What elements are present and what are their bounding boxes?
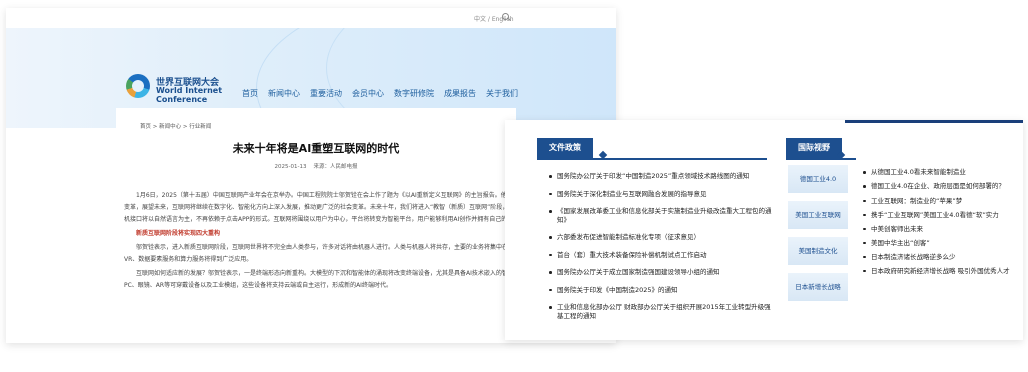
article-meta: 2025-01-13 来源：人民邮电报 [116,162,516,170]
logo-text-en: World Internet Conference [156,86,222,104]
sidebar-item-us-industrial-internet[interactable]: 美国工业互联网 [788,201,848,229]
policy-international-panel: 文件政策 国务院办公厅关于印发“中国制造2025”重点领域技术路线图的通知 国务… [505,120,1023,340]
list-item[interactable]: 工业互联网：制造业的“苹果”梦 [861,197,1010,206]
top-bar: 中文 / English [6,8,616,30]
list-item[interactable]: 日本政府研究新经济增长战略 吸引外国优秀人才 [861,267,1010,276]
international-section-underline [786,158,856,160]
list-item[interactable]: 首台（套）重大技术装备保险补偿机制试点工作启动 [547,251,777,260]
sidebar-item-us-manufacturing[interactable]: 美国制造文化 [788,237,848,265]
nav-item-events[interactable]: 重要活动 [310,88,342,99]
search-icon[interactable] [502,13,509,20]
list-item[interactable]: 国务院关于深化制造业与互联网融合发展的指导意见 [547,190,777,199]
international-sidebar: 德国工业4.0 美国工业互联网 美国制造文化 日本新增长战略 [788,165,848,309]
sidebar-item-japan-strategy[interactable]: 日本新增长战略 [788,273,848,301]
international-list: 从德国工业4.0看未来智能制造业 德国工业4.0在企业、政府层面是如何部署的？ … [861,168,1010,281]
list-item[interactable]: 美国中华主出“创客” [861,239,1010,248]
nav-item-news[interactable]: 新闻中心 [268,88,300,99]
list-item[interactable]: 工业和信息化部办公厅 财政部办公厅关于组织开展2015年工业转型升级强基工程的通… [547,303,777,320]
policy-list: 国务院办公厅关于印发“中国制造2025”重点领域技术路线图的通知 国务院关于深化… [547,172,777,329]
nav-item-about[interactable]: 关于我们 [486,88,518,99]
international-section-tab[interactable]: 国际视野 [786,138,842,158]
logo-en-line2: Conference [156,95,208,104]
list-item[interactable]: 国务院办公厅关于印发“中国制造2025”重点领域技术路线图的通知 [547,172,777,181]
sidebar-item-germany[interactable]: 德国工业4.0 [788,165,848,193]
nav-item-reports[interactable]: 成果报告 [444,88,476,99]
nav-item-members[interactable]: 会员中心 [352,88,384,99]
list-item[interactable]: 携手“工业互联网”美国工业4.0看德“软”实力 [861,211,1010,220]
nav-item-home[interactable]: 首页 [242,88,258,99]
article-source: 来源：人民邮电报 [313,164,358,170]
nav-item-academy[interactable]: 数字研修院 [394,88,434,99]
list-item[interactable]: 德国工业4.0在企业、政府层面是如何部署的？ [861,182,1010,191]
logo-en-line1: World Internet [156,86,223,95]
policy-section-underline [537,158,767,160]
list-item[interactable]: 日本制造济诸长战略逆多么少 [861,253,1010,262]
policy-section-tab[interactable]: 文件政策 [537,138,593,158]
breadcrumb[interactable]: 首页 > 新闻中心 > 行业新闻 [140,122,211,130]
article-date: 2025-01-13 [274,164,307,170]
list-item[interactable]: 国务院办公厅关于成立国家制造强国建设领导小组的通知 [547,268,777,277]
header-strip [845,120,1023,123]
list-item[interactable]: 中美创客师出未来 [861,225,1010,234]
article-title: 未来十年将是AI重塑互联网的时代 [232,142,400,155]
list-item[interactable]: 从德国工业4.0看未来智能制造业 [861,168,1010,177]
list-item[interactable]: 国务院关于印发《中国制造2025》的通知 [547,286,777,295]
screenshot-stage: 中文 / English 世界互联网大会 World Internet Conf… [0,0,1028,372]
list-item[interactable]: 六部委发布促进智能制造标准化专项（征求意见） [547,233,777,242]
wic-logo-icon[interactable] [126,74,150,98]
main-nav: 首页 新闻中心 重要活动 会员中心 数字研修院 成果报告 关于我们 [242,88,518,99]
list-item[interactable]: 《国家发展改革委工业和信息化部关于实施制造业升级改造重大工程包的通知》 [547,207,777,224]
